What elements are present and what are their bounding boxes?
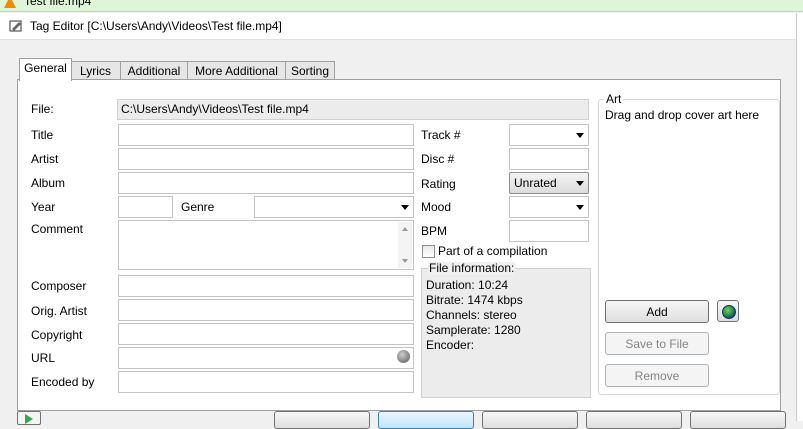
file-label: File:	[31, 102, 54, 116]
tab-additional[interactable]: Additional	[120, 61, 188, 80]
tab-general[interactable]: General	[19, 58, 72, 81]
comment-scrollbar[interactable]	[398, 222, 412, 268]
encoder-text: Encoder:	[426, 338, 475, 352]
mood-label: Mood	[421, 200, 452, 214]
compilation-checkbox[interactable]	[422, 245, 435, 258]
title-label: Title	[31, 128, 54, 142]
copyright-input[interactable]	[118, 323, 414, 345]
encoded-by-input[interactable]	[118, 371, 414, 393]
orig-artist-input[interactable]	[118, 299, 414, 321]
rating-value: Unrated	[514, 176, 557, 190]
bpm-label: BPM	[421, 224, 448, 238]
dialog-titlebar[interactable]: Tag Editor [C:\Users\Andy\Videos\Test fi…	[0, 13, 803, 40]
dialog-title: Tag Editor [C:\Users\Andy\Videos\Test fi…	[30, 19, 282, 33]
comment-label: Comment	[31, 222, 84, 236]
disc-label: Disc #	[421, 152, 455, 166]
composer-input[interactable]	[118, 275, 414, 297]
file-information-legend: File information:	[428, 261, 516, 275]
year-label: Year	[31, 200, 56, 214]
vlc-cone-icon	[4, 0, 16, 8]
title-input[interactable]	[118, 124, 414, 146]
play-icon	[25, 414, 33, 424]
compilation-label[interactable]: Part of a compilation	[438, 244, 547, 258]
rating-label: Rating	[421, 177, 456, 191]
genre-label: Genre	[181, 200, 215, 214]
samplerate-text: Samplerate: 1280	[426, 323, 521, 337]
duration-text: Duration: 10:24	[426, 278, 509, 292]
year-input[interactable]	[118, 196, 173, 218]
scroll-up-icon[interactable]	[402, 227, 408, 231]
tab-sorting[interactable]: Sorting	[285, 61, 335, 80]
chevron-down-icon	[576, 181, 584, 186]
album-input[interactable]	[118, 172, 414, 194]
comment-textarea[interactable]	[118, 220, 414, 270]
copyright-label: Copyright	[31, 328, 83, 342]
composer-label: Composer	[31, 279, 87, 293]
add-art-button[interactable]: Add	[605, 300, 709, 323]
bottom-button-4[interactable]	[586, 411, 682, 429]
bpm-input[interactable]	[509, 220, 589, 242]
encoded-by-label: Encoded by	[31, 375, 95, 389]
genre-combobox[interactable]	[254, 196, 414, 218]
url-label: URL	[31, 351, 56, 365]
chevron-down-icon	[576, 133, 584, 138]
art-legend: Art	[604, 92, 624, 106]
bottom-button-5[interactable]	[690, 411, 786, 429]
window-border	[796, 13, 803, 421]
album-label: Album	[31, 176, 66, 190]
track-combobox[interactable]	[509, 124, 589, 146]
web-search-button[interactable]	[717, 300, 739, 322]
orig-artist-label: Orig. Artist	[31, 304, 88, 318]
tab-lyrics[interactable]: Lyrics	[70, 61, 121, 80]
bottom-button-1[interactable]	[274, 411, 370, 429]
bottom-button-2[interactable]	[378, 411, 474, 429]
bitrate-text: Bitrate: 1474 kbps	[426, 293, 523, 307]
parent-window-title: Test file.mp4	[24, 0, 92, 8]
play-button[interactable]	[17, 411, 41, 425]
url-input[interactable]	[118, 347, 414, 369]
globe-icon	[722, 305, 736, 319]
artist-input[interactable]	[118, 148, 414, 170]
file-information-group: File information: Duration: 10:24 Bitrat…	[421, 262, 591, 398]
scroll-down-icon[interactable]	[402, 259, 408, 263]
chevron-down-icon	[576, 205, 584, 210]
art-drop-hint: Drag and drop cover art here	[605, 108, 760, 122]
rating-combobox[interactable]: Unrated	[509, 172, 589, 194]
parent-window-titlebar: Test file.mp4	[0, 0, 803, 12]
bottom-button-3[interactable]	[482, 411, 578, 429]
track-label: Track #	[421, 128, 461, 142]
file-path-field: C:\Users\Andy\Videos\Test file.mp4	[117, 99, 589, 120]
mood-combobox[interactable]	[509, 196, 589, 218]
disc-input[interactable]	[509, 148, 589, 170]
artist-label: Artist	[31, 152, 59, 166]
channels-text: Channels: stereo	[426, 308, 517, 322]
save-to-file-button[interactable]: Save to File	[605, 332, 709, 355]
chevron-down-icon	[401, 205, 409, 210]
tag-editor-icon	[9, 20, 22, 32]
link-icon[interactable]	[397, 350, 410, 363]
remove-art-button[interactable]: Remove	[605, 364, 709, 387]
tab-more-additional[interactable]: More Additional	[187, 61, 286, 80]
